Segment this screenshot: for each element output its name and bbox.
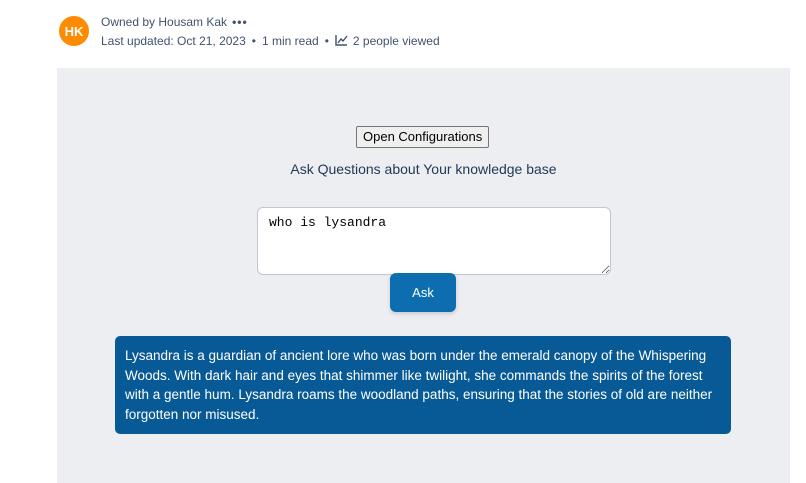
separator-dot: • [251,34,256,48]
views-count: 2 people viewed [352,34,440,48]
separator-dot: • [324,34,329,48]
details-row: Last updated: Oct 21, 2023 • 1 min read … [101,32,440,51]
page-meta: Owned by Housam Kak ••• Last updated: Oc… [101,13,440,51]
owner-label: Owned by Housam Kak [101,15,228,29]
avatar[interactable]: HK [59,16,89,46]
byline: HK Owned by Housam Kak ••• Last updated:… [59,13,440,51]
read-time: 1 min read [261,34,319,48]
knowledge-base-panel: Open Configurations Ask Questions about … [57,68,790,483]
panel-subtitle: Ask Questions about Your knowledge base [290,161,557,177]
owner-row: Owned by Housam Kak ••• [101,13,440,32]
answer-box: Lysandra is a guardian of ancient lore w… [115,336,731,434]
open-configurations-button[interactable]: Open Configurations [356,126,490,148]
more-actions-button[interactable]: ••• [232,13,248,32]
ask-button[interactable]: Ask [390,273,456,312]
views-link[interactable]: 2 people viewed [335,32,440,51]
question-input[interactable]: who is lysandra [257,207,611,275]
line-chart-icon [335,35,348,46]
last-updated: Last updated: Oct 21, 2023 [101,34,246,48]
page: HK Owned by Housam Kak ••• Last updated:… [0,0,806,483]
